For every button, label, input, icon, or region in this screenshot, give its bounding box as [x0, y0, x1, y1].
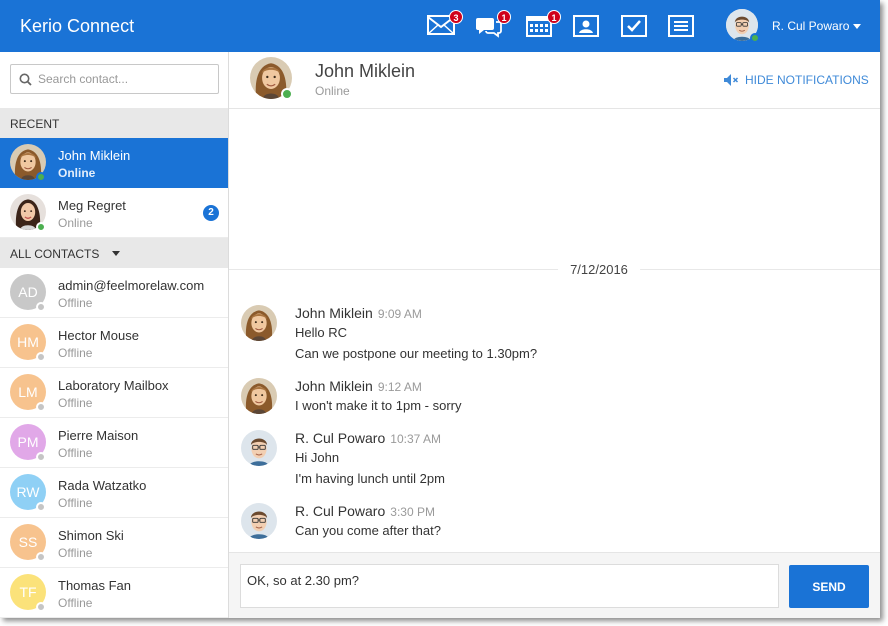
offline-status-dot: [36, 352, 46, 362]
contact-status: Offline: [58, 596, 93, 610]
contacts-card-icon: [573, 15, 599, 37]
message-avatar: [241, 503, 277, 539]
contact-name: Pierre Maison: [58, 428, 139, 443]
message-avatar: [241, 378, 277, 414]
offline-status-dot: [36, 552, 46, 562]
tasks-nav-button[interactable]: [619, 12, 649, 40]
message-avatar: [241, 305, 277, 341]
offline-status-dot: [36, 402, 46, 412]
contact-status: Offline: [58, 296, 93, 310]
date-divider: [229, 269, 880, 270]
offline-status-dot: [36, 452, 46, 462]
contact-name: Thomas Fan: [58, 578, 131, 593]
message-text: Hi John: [295, 450, 340, 465]
mail-nav-button[interactable]: 3: [426, 10, 463, 40]
online-status-dot: [36, 172, 46, 182]
date-label: 7/12/2016: [558, 262, 640, 277]
user-status-indicator: [750, 33, 760, 43]
app-window: Kerio Connect 3 1 1 R. Cul Powaro Search…: [0, 0, 880, 618]
app-brand: Kerio Connect: [20, 16, 135, 36]
online-status-dot: [281, 88, 293, 100]
offline-status-dot: [36, 502, 46, 512]
contact-name: Hector Mouse: [58, 328, 139, 343]
calendar-badge: 1: [547, 10, 561, 24]
recent-section-header: RECENT: [0, 108, 228, 138]
send-button[interactable]: SEND: [789, 565, 869, 608]
offline-status-dot: [36, 302, 46, 312]
user-menu[interactable]: R. Cul Powaro: [724, 8, 870, 44]
message-time: 9:09 AM: [377, 307, 422, 321]
contacts-sidebar: RECENT John Miklein Online Meg Regret On…: [0, 52, 229, 618]
chat-nav-button[interactable]: 1: [474, 10, 511, 40]
user-name: R. Cul Powaro: [772, 19, 850, 33]
contact-status: Offline: [58, 346, 93, 360]
online-status-dot: [36, 222, 46, 232]
caret-down-icon: [111, 251, 120, 256]
checkbox-icon: [621, 15, 647, 37]
chat-panel: John Miklein Online HIDE NOTIFICATIONS 7…: [229, 52, 880, 618]
recent-section-label: RECENT: [10, 117, 60, 131]
contact-status: Offline: [58, 446, 93, 460]
message-text: I'm having lunch until 2pm: [295, 471, 445, 486]
all-contacts-label: ALL CONTACTS: [10, 247, 100, 261]
contact-list-item[interactable]: TF Thomas Fan Offline: [0, 568, 228, 618]
all-contacts-section-header[interactable]: ALL CONTACTS: [0, 238, 228, 268]
contact-status: Offline: [58, 396, 93, 410]
chat-contact-name: John Miklein: [315, 61, 416, 81]
message-time: 10:37 AM: [390, 432, 441, 446]
message-sender: R. Cul Powaro 3:30 PM: [295, 503, 435, 519]
notes-nav-button[interactable]: [666, 12, 696, 40]
contact-name: Laboratory Mailbox: [58, 378, 169, 393]
message-avatar: [241, 430, 277, 466]
message-sender: R. Cul Powaro 10:37 AM: [295, 430, 441, 446]
message-time: 9:12 AM: [377, 380, 422, 394]
recent-contact-meg-regret[interactable]: Meg Regret Online 2: [0, 188, 228, 238]
message-sender: John Miklein 9:09 AM: [295, 305, 422, 321]
hide-notifications-button[interactable]: HIDE NOTIFICATIONS: [723, 73, 869, 87]
offline-status-dot: [36, 602, 46, 612]
message-time: 3:30 PM: [390, 505, 435, 519]
contact-name: Meg Regret: [58, 198, 126, 213]
contact-list-item[interactable]: HM Hector Mouse Offline: [0, 318, 228, 368]
contact-status: Offline: [58, 496, 93, 510]
chat-badge: 1: [497, 10, 511, 24]
contact-status: Offline: [58, 546, 93, 560]
message-text: Can you come after that?: [295, 523, 441, 538]
unread-count-badge: 2: [203, 205, 219, 221]
message-composer: SEND: [229, 552, 880, 618]
recent-contact-john-miklein[interactable]: John Miklein Online: [0, 138, 228, 188]
contact-name: admin@feelmorelaw.com: [58, 278, 205, 293]
contact-list-item[interactable]: LM Laboratory Mailbox Offline: [0, 368, 228, 418]
message-text: Hello RC: [295, 325, 348, 340]
mute-speaker-icon: [724, 74, 739, 86]
caret-down-icon: [853, 24, 861, 29]
calendar-nav-button[interactable]: 1: [524, 10, 561, 40]
search-icon: [19, 73, 32, 86]
message-text: Can we postpone our meeting to 1.30pm?: [295, 346, 538, 361]
contact-list-item[interactable]: SS Shimon Ski Offline: [0, 518, 228, 568]
contacts-nav-button[interactable]: [571, 12, 601, 40]
contact-list-item[interactable]: RW Rada Watzatko Offline: [0, 468, 228, 518]
contact-name: Shimon Ski: [58, 528, 124, 543]
top-bar: Kerio Connect 3 1 1 R. Cul Powaro: [0, 0, 880, 52]
chat-contact-status: Online: [315, 84, 350, 98]
contact-name: Rada Watzatko: [58, 478, 147, 493]
chat-header: John Miklein Online HIDE NOTIFICATIONS: [229, 52, 880, 109]
search-contact-input[interactable]: [38, 70, 214, 88]
message-sender: John Miklein 9:12 AM: [295, 378, 422, 394]
message-text: I won't make it to 1pm - sorry: [295, 398, 462, 413]
mail-badge: 3: [449, 10, 463, 24]
search-box: [10, 64, 219, 94]
message-input[interactable]: [240, 564, 779, 608]
contact-list-item[interactable]: AD admin@feelmorelaw.com Offline: [0, 268, 228, 318]
contact-list-item[interactable]: PM Pierre Maison Offline: [0, 418, 228, 468]
contact-name: John Miklein: [58, 148, 131, 163]
hide-notifications-label: HIDE NOTIFICATIONS: [745, 73, 869, 87]
notes-icon: [668, 15, 694, 37]
contact-status: Online: [58, 166, 96, 180]
contact-status: Online: [58, 216, 93, 230]
